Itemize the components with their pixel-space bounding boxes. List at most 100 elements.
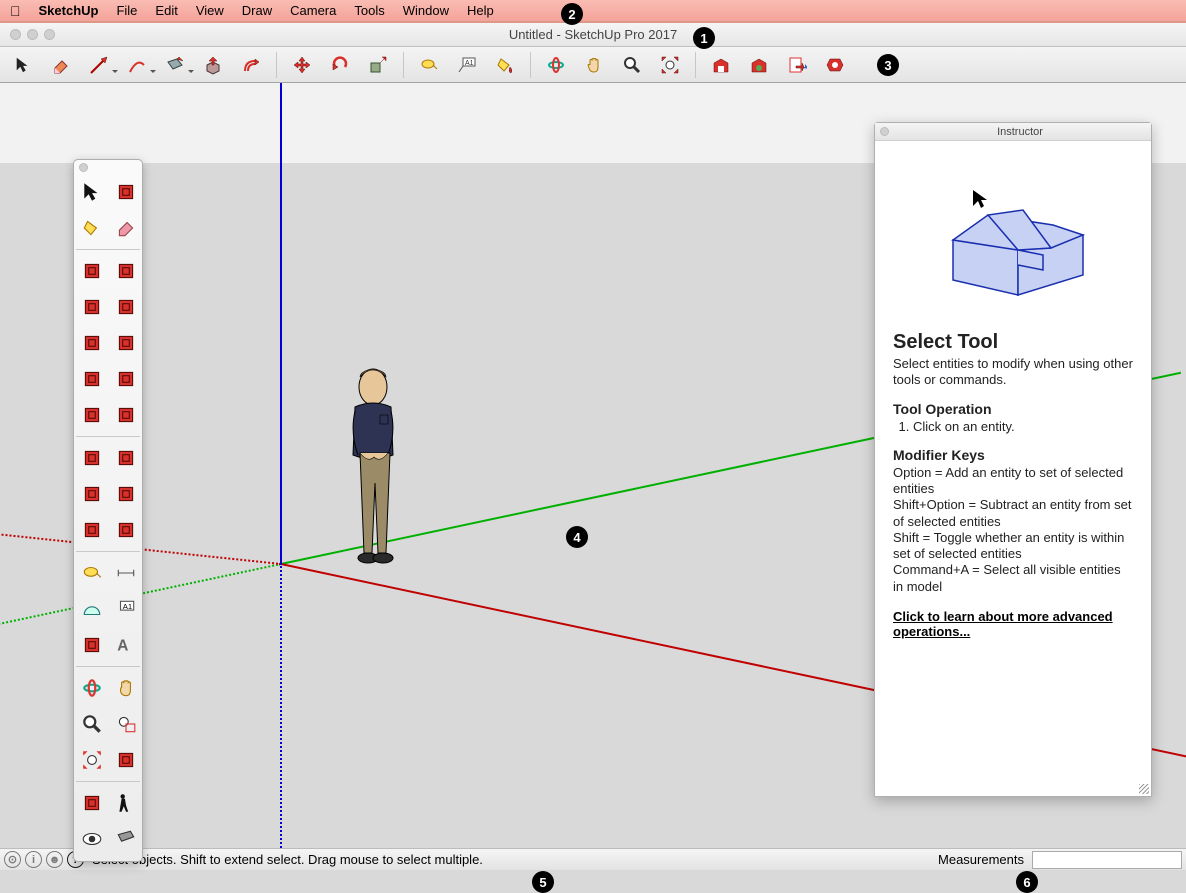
- line-tool-button[interactable]: [76, 255, 108, 287]
- instructor-titlebar[interactable]: Instructor: [875, 123, 1151, 141]
- text-tool-button[interactable]: A1: [110, 593, 142, 625]
- follow-me-tool-icon: [115, 483, 137, 505]
- follow-me-tool-button[interactable]: [110, 478, 142, 510]
- walk-tool-button[interactable]: [110, 787, 142, 819]
- app-menu[interactable]: SketchUp: [39, 3, 99, 18]
- offset-tool-button[interactable]: [110, 514, 142, 546]
- callout-badge-2: 2: [561, 3, 583, 25]
- palette-titlebar[interactable]: [74, 160, 142, 174]
- orbit-tool-button[interactable]: [76, 672, 108, 704]
- instructor-title-label: Instructor: [889, 126, 1151, 138]
- 3d-warehouse-button[interactable]: [706, 50, 736, 80]
- extension-warehouse-button[interactable]: [744, 50, 774, 80]
- arc-tool-button[interactable]: [122, 50, 152, 80]
- palette-close-button[interactable]: [79, 163, 88, 172]
- menu-tools[interactable]: Tools: [354, 3, 384, 18]
- instructor-operation-heading: Tool Operation: [893, 401, 1133, 417]
- zoom-extents-tool-button[interactable]: [76, 744, 108, 776]
- zoom-extents-tool-button[interactable]: [655, 50, 685, 80]
- callout-badge-3: 3: [877, 54, 899, 76]
- scale-tool-button[interactable]: [363, 50, 393, 80]
- instructor-more-link[interactable]: Click to learn about more advanced opera…: [893, 609, 1133, 639]
- 2point-arc-tool-button[interactable]: [110, 363, 142, 395]
- axes-tool-button[interactable]: [76, 629, 108, 661]
- polygon-tool-button[interactable]: [110, 327, 142, 359]
- look-around-tool-button[interactable]: [76, 823, 108, 855]
- move-tool-button[interactable]: [76, 442, 108, 474]
- 3d-text-tool-icon: A: [115, 634, 137, 656]
- make-component-icon: [115, 181, 137, 203]
- rotate-tool-button[interactable]: [325, 50, 355, 80]
- position-camera-button[interactable]: [76, 787, 108, 819]
- offset-tool-button[interactable]: [236, 50, 266, 80]
- circle-tool-button[interactable]: [76, 327, 108, 359]
- text-tool-button[interactable]: A1: [452, 50, 482, 80]
- measurements-input[interactable]: [1032, 851, 1182, 869]
- protractor-tool-icon: [81, 598, 103, 620]
- position-camera-icon: [81, 792, 103, 814]
- status-bar: ⊙ i ☻ ? Select objects. Shift to extend …: [0, 848, 1186, 870]
- paint-bucket-tool-button[interactable]: [76, 212, 108, 244]
- rectangle-tool-button[interactable]: [160, 50, 190, 80]
- make-component-button[interactable]: [110, 176, 142, 208]
- previous-view-icon: [115, 749, 137, 771]
- credits-status-icon[interactable]: i: [25, 851, 42, 868]
- extension-manager-button[interactable]: [820, 50, 850, 80]
- menu-view[interactable]: View: [196, 3, 224, 18]
- menu-edit[interactable]: Edit: [155, 3, 177, 18]
- pie-tool-button[interactable]: [110, 399, 142, 431]
- push-pull-tool-button[interactable]: [110, 442, 142, 474]
- walk-tool-icon: [115, 792, 137, 814]
- push-pull-tool-button[interactable]: [198, 50, 228, 80]
- pan-tool-button[interactable]: [110, 672, 142, 704]
- rotate-tool-button[interactable]: [76, 478, 108, 510]
- svg-text:A: A: [117, 638, 128, 655]
- zoom-window-tool-button[interactable]: [110, 708, 142, 740]
- paint-bucket-tool-button[interactable]: [490, 50, 520, 80]
- move-tool-button[interactable]: [287, 50, 317, 80]
- svg-text:A1: A1: [123, 602, 132, 611]
- window-title: Untitled - SketchUp Pro 2017: [0, 27, 1186, 42]
- orbit-tool-icon: [81, 677, 103, 699]
- arc-tool-icon: [81, 368, 103, 390]
- rectangle-tool-button[interactable]: [76, 291, 108, 323]
- scale-tool-button[interactable]: [76, 514, 108, 546]
- geo-status-icon[interactable]: ⊙: [4, 851, 21, 868]
- orbit-tool-button[interactable]: [541, 50, 571, 80]
- dimension-tool-button[interactable]: [110, 557, 142, 589]
- select-tool-button[interactable]: [8, 50, 38, 80]
- tape-measure-tool-button[interactable]: [76, 557, 108, 589]
- 3d-text-tool-button[interactable]: A: [110, 629, 142, 661]
- select-tool-button[interactable]: [76, 176, 108, 208]
- claim-status-icon[interactable]: ☻: [46, 851, 63, 868]
- send-to-layout-button[interactable]: [782, 50, 812, 80]
- zoom-tool-button[interactable]: [76, 708, 108, 740]
- freehand-tool-button[interactable]: [110, 255, 142, 287]
- 3point-arc-tool-button[interactable]: [76, 399, 108, 431]
- rotated-rectangle-tool-button[interactable]: [110, 291, 142, 323]
- eraser-tool-button[interactable]: [110, 212, 142, 244]
- menu-draw[interactable]: Draw: [242, 3, 272, 18]
- eraser-tool-button[interactable]: [46, 50, 76, 80]
- instructor-modifier-2: Shift+Option = Subtract an entity from s…: [893, 497, 1133, 530]
- section-plane-tool-button[interactable]: [110, 823, 142, 855]
- apple-menu-icon[interactable]: : [10, 3, 21, 19]
- pan-tool-button[interactable]: [579, 50, 609, 80]
- arc-tool-button[interactable]: [76, 363, 108, 395]
- instructor-modifier-heading: Modifier Keys: [893, 447, 1133, 463]
- previous-view-button[interactable]: [110, 744, 142, 776]
- line-tool-button[interactable]: [84, 50, 114, 80]
- instructor-modifier-1: Option = Add an entity to set of selecte…: [893, 465, 1133, 498]
- paint-bucket-tool-icon: [81, 217, 103, 239]
- section-plane-tool-icon: [115, 828, 137, 850]
- instructor-resize-handle[interactable]: [1137, 782, 1149, 794]
- instructor-close-button[interactable]: [880, 127, 889, 136]
- tape-measure-tool-button[interactable]: [414, 50, 444, 80]
- menu-help[interactable]: Help: [467, 3, 494, 18]
- menu-camera[interactable]: Camera: [290, 3, 336, 18]
- menu-window[interactable]: Window: [403, 3, 449, 18]
- protractor-tool-button[interactable]: [76, 593, 108, 625]
- menu-file[interactable]: File: [116, 3, 137, 18]
- zoom-tool-button[interactable]: [617, 50, 647, 80]
- polygon-tool-icon: [115, 332, 137, 354]
